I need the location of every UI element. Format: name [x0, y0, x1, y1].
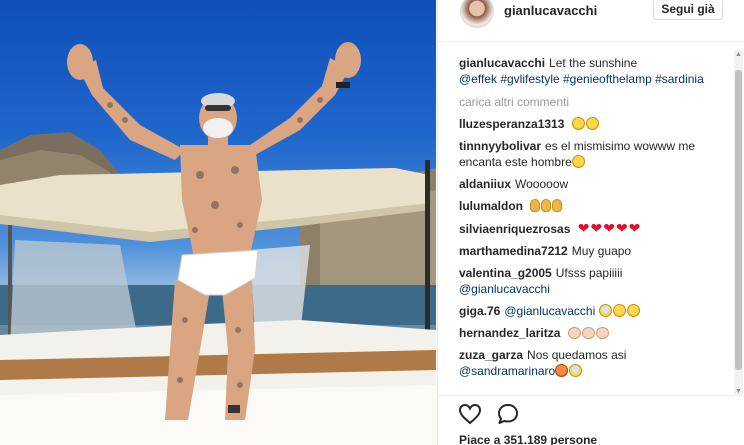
- comment-username[interactable]: aldaniiux: [459, 177, 511, 191]
- comment-bubble-icon[interactable]: [496, 403, 520, 425]
- clap-emoji-icon: [581, 327, 595, 339]
- comment-text: Ufsss papiiiii: [555, 266, 623, 280]
- comment-item: tinnnyybolivar es el mismisimo wowww me e…: [459, 138, 725, 170]
- heart-emoji-icon: ❤: [577, 220, 590, 236]
- comment-username[interactable]: marthamedina7212: [459, 244, 568, 258]
- comment-item: valentina_g2005 Ufsss papiiiii @gianlucav…: [459, 265, 725, 297]
- caption-hashtags[interactable]: @effek #gvlifestyle #genieofthelamp #sar…: [459, 71, 725, 87]
- post-header: gianlucavacchi Segui già: [438, 0, 744, 42]
- likes-count[interactable]: Piace a 351.189 persone: [459, 433, 597, 445]
- comments-list: gianlucavacchi Let the sunshine @effek #g…: [459, 55, 725, 393]
- follow-button[interactable]: Segui già: [653, 0, 723, 20]
- angry-emoji-icon: [555, 364, 569, 377]
- heart-emoji-icon: ❤: [628, 220, 641, 236]
- scrollbar-thumb[interactable]: [735, 70, 742, 370]
- comment-mention[interactable]: @gianlucavacchi: [504, 304, 595, 318]
- heart-emoji-icon: ❤: [603, 220, 615, 236]
- smile-emoji-icon: [571, 155, 585, 168]
- comment-username[interactable]: silviaenriquezrosas: [459, 222, 570, 236]
- comment-text: Nos quedamos asi: [527, 348, 627, 362]
- post-actions: Piace a 351.189 persone: [438, 395, 744, 445]
- comment-username[interactable]: giga.76: [459, 304, 500, 318]
- smile-emoji-icon: [612, 304, 626, 317]
- comment-item: aldaniiux Wooooow: [459, 176, 725, 192]
- comment-item: zuza_garza Nos quedamos asi @sandramarina…: [459, 347, 725, 379]
- caption-text: Let the sunshine: [549, 56, 638, 70]
- post-caption: gianlucavacchi Let the sunshine @effek #g…: [459, 55, 725, 87]
- scream-emoji-icon: [569, 364, 583, 377]
- post-sidebar: gianlucavacchi Segui già gianlucavacchi L…: [437, 0, 744, 445]
- comment-username[interactable]: lulumaldon: [459, 199, 523, 213]
- comment-item: hernandez_laritza: [459, 325, 725, 341]
- heart-emoji-icon: ❤: [615, 220, 628, 236]
- comment-username[interactable]: valentina_g2005: [459, 266, 552, 280]
- comment-username[interactable]: tinnnyybolivar: [459, 139, 541, 153]
- post-photo[interactable]: [0, 0, 436, 445]
- smile-emoji-icon: [585, 117, 599, 130]
- ok-hand-emoji-icon: [541, 199, 552, 212]
- comment-text: Wooooow: [515, 177, 569, 191]
- like-heart-icon[interactable]: [458, 403, 482, 425]
- comment-username[interactable]: lluzesperanza1313: [459, 117, 564, 131]
- comment-item: giga.76 @gianlucavacchi: [459, 303, 725, 319]
- ok-hand-emoji-icon: [530, 199, 541, 212]
- header-username[interactable]: gianlucavacchi: [504, 3, 597, 18]
- smile-emoji-icon: [571, 117, 585, 130]
- comment-item: silviaenriquezrosas ❤❤❤❤❤: [459, 220, 725, 237]
- clap-emoji-icon: [595, 327, 609, 339]
- avatar[interactable]: [460, 0, 494, 28]
- comment-mention[interactable]: @sandramarinaro: [459, 364, 555, 378]
- comments-scrollbar[interactable]: ▲ ▼: [734, 50, 743, 396]
- photo-illustration: [0, 42, 436, 445]
- comment-item: lulumaldon: [459, 198, 725, 214]
- comment-mention[interactable]: @gianlucavacchi: [459, 281, 725, 297]
- caption-username[interactable]: gianlucavacchi: [459, 56, 545, 70]
- comment-text: Muy guapo: [571, 244, 632, 258]
- comment-username[interactable]: hernandez_laritza: [459, 326, 560, 340]
- scroll-up-arrow-icon[interactable]: ▲: [734, 50, 743, 59]
- kiss-emoji-icon: [626, 304, 640, 317]
- ok-hand-emoji-icon: [552, 199, 563, 212]
- comment-item: lluzesperanza1313: [459, 116, 725, 132]
- scream-emoji-icon: [598, 304, 612, 317]
- load-more-comments-link[interactable]: carica altri commenti: [459, 95, 725, 109]
- comment-item: marthamedina7212 Muy guapo: [459, 243, 725, 259]
- heart-emoji-icon: ❤: [590, 220, 603, 236]
- comment-username[interactable]: zuza_garza: [459, 348, 523, 362]
- clap-emoji-icon: [567, 327, 581, 339]
